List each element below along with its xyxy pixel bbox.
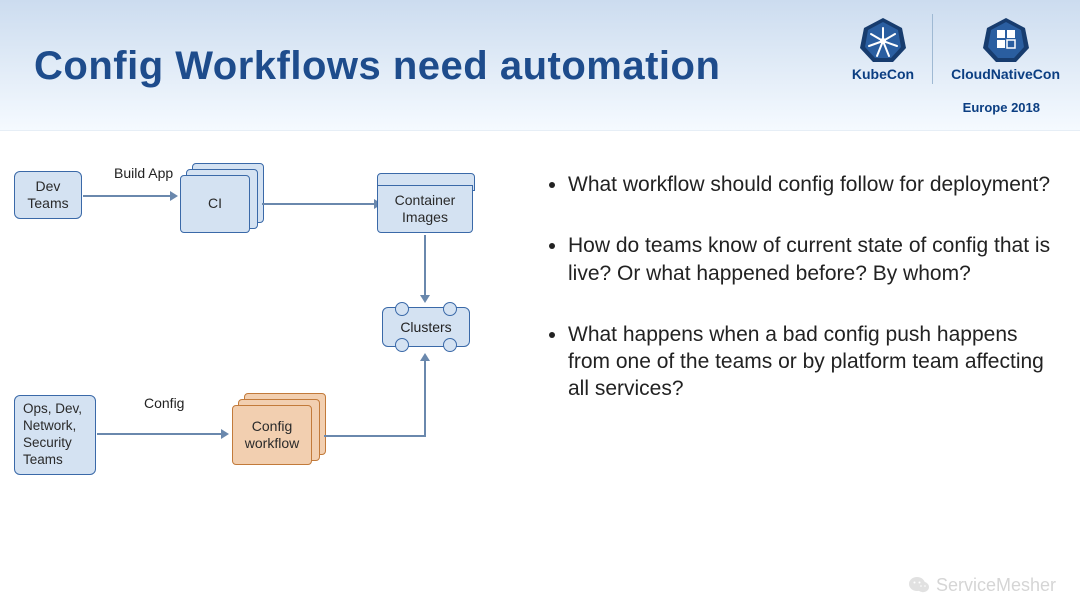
node-ci: CI	[180, 175, 250, 233]
arrow-images-to-clusters	[424, 235, 426, 295]
slide-title: Config Workflows need automation	[34, 44, 720, 89]
watermark-text: ServiceMesher	[936, 575, 1056, 596]
bullet-list: What workflow should config follow for d…	[540, 171, 1060, 437]
arrowhead-dev-to-ci	[170, 191, 178, 201]
cloudnativecon-logo: CloudNativeCon	[951, 16, 1060, 82]
node-ops-teams-label: Ops, Dev, Network, Security Teams	[23, 401, 82, 469]
node-config-workflow: Config workflow	[232, 405, 312, 465]
node-container-images-label: Container Images	[395, 192, 456, 227]
kubecon-label: KubeCon	[852, 66, 914, 82]
kubecon-logo: KubeCon	[852, 16, 914, 82]
event-logos: KubeCon CloudNativeCon	[852, 14, 1060, 84]
wechat-icon	[908, 574, 930, 596]
cloudnative-icon	[983, 16, 1029, 64]
arrowhead-configwf-to-clusters	[420, 353, 430, 361]
arrowhead-ops-to-configwf	[221, 429, 229, 439]
arrow-ops-to-configwf	[97, 433, 221, 435]
edge-label-build-app: Build App	[114, 165, 173, 181]
node-dev-teams: Dev Teams	[14, 171, 82, 219]
arrow-configwf-h	[324, 435, 426, 437]
slide-header: Config Workflows need automation KubeCon	[0, 0, 1080, 131]
node-clusters-label: Clusters	[400, 319, 451, 335]
slide-content: Dev Teams Build App CI Container Images …	[0, 131, 1080, 609]
logo-separator	[932, 14, 933, 84]
arrow-configwf-v	[424, 361, 426, 437]
node-ops-teams: Ops, Dev, Network, Security Teams	[14, 395, 96, 475]
bullet-item: What workflow should config follow for d…	[568, 171, 1060, 198]
node-clusters: Clusters	[382, 307, 470, 347]
bullet-item: How do teams know of current state of co…	[568, 232, 1060, 287]
watermark: ServiceMesher	[908, 574, 1056, 596]
node-ci-label: CI	[208, 195, 222, 213]
cloudnativecon-label: CloudNativeCon	[951, 66, 1060, 82]
workflow-diagram: Dev Teams Build App CI Container Images …	[14, 161, 514, 521]
node-container-images: Container Images	[377, 185, 473, 233]
node-dev-teams-label: Dev Teams	[27, 178, 68, 213]
arrow-ci-to-images	[262, 203, 374, 205]
kubernetes-icon	[860, 16, 906, 64]
arrowhead-images-to-clusters	[420, 295, 430, 303]
arrow-dev-to-ci	[83, 195, 170, 197]
bullet-item: What happens when a bad config push happ…	[568, 321, 1060, 403]
edge-label-config: Config	[144, 395, 184, 411]
node-config-workflow-label: Config workflow	[245, 418, 299, 453]
event-subline: Europe 2018	[963, 100, 1040, 115]
